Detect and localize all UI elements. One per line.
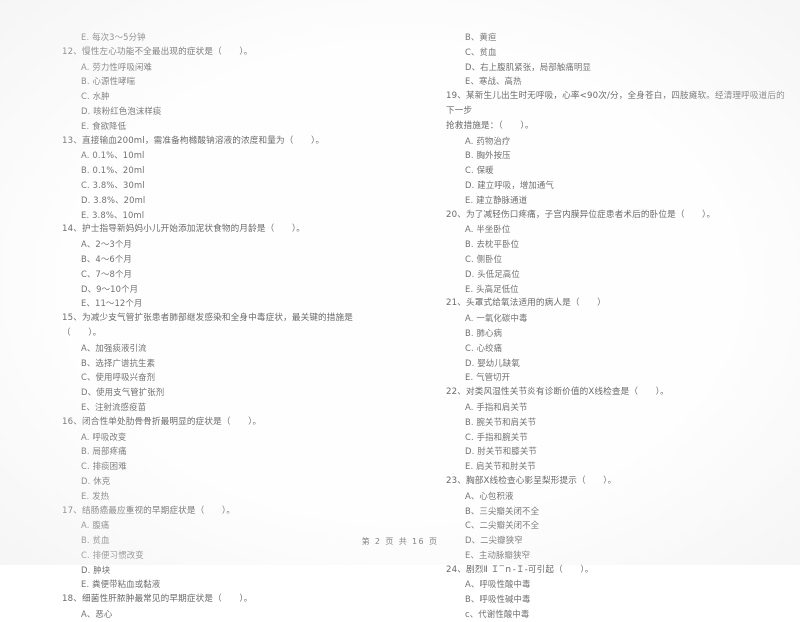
option-e[interactable]: E、11～12个月 xyxy=(62,296,392,311)
option-a[interactable]: A、呼吸性酸中毒 xyxy=(446,577,792,592)
option-a[interactable]: A. 腹痛 xyxy=(62,518,392,533)
option-b[interactable]: B. 局部疼痛 xyxy=(62,444,392,459)
option-b[interactable]: B. 去枕平卧位 xyxy=(446,237,792,252)
option-a[interactable]: A、加强痰液引流 xyxy=(62,341,392,356)
question-stem: 13、直接输血200ml，需准备枸橼酸钠溶液的浓度和量为（ ）。 xyxy=(62,135,325,146)
option-a[interactable]: A、2～3个月 xyxy=(62,237,392,252)
question-stem: 23、胸部X线检查心影呈梨形提示（ ）。 xyxy=(446,475,617,486)
option-d[interactable]: D. 肘关节和膝关节 xyxy=(446,444,792,459)
option-a[interactable]: A、心包积液 xyxy=(446,489,792,504)
orphan-option-b[interactable]: B、黄疸 xyxy=(446,30,792,45)
option-d[interactable]: D. 建立呼吸，增加通气 xyxy=(446,178,792,193)
question-stem: 21、头罩式给氧法适用的病人是（ ） xyxy=(446,298,606,309)
option-d[interactable]: D. 婴幼儿缺氧 xyxy=(446,356,792,371)
option-d[interactable]: D. 咳粉红色泡沫样痰 xyxy=(62,104,392,119)
option-b[interactable]: B、呼吸性碱中毒 xyxy=(446,592,792,607)
orphan-option-e[interactable]: E、寒战、高热 xyxy=(446,74,792,89)
option-c[interactable]: C. 3.8%、30ml xyxy=(62,178,392,193)
question-stem: 18、细菌性肝脓肿最常见的早期症状是（ ）。 xyxy=(62,594,253,605)
option-d[interactable]: D. 休克 xyxy=(62,474,392,489)
left-column: E. 每次3～5分钟 12、慢性左心功能不全最出现的症状是（ ）。 A. 劳力性… xyxy=(0,30,400,622)
option-e[interactable]: E. 肩关节和肘关节 xyxy=(446,459,792,474)
option-c[interactable]: C、使用呼吸兴奋剂 xyxy=(62,370,392,385)
option-b[interactable]: B. 肺心病 xyxy=(446,326,792,341)
option-d[interactable]: D、使用支气管扩张剂 xyxy=(62,385,392,400)
question-23: 23、胸部X线检查心影呈梨形提示（ ）。 A、心包积液 B、三尖瓣关闭不全 C、… xyxy=(446,474,792,563)
question-stem: 19、某新生儿出生时无呼吸，心率<90次/分，全身苍白，四肢瘫软。经清理呼吸道后… xyxy=(446,91,785,116)
question-21: 21、头罩式给氧法适用的病人是（ ） A. 一氧化碳中毒 B. 肺心病 C. 心… xyxy=(446,296,792,385)
question-22: 22、对类风湿性关节炎有诊断价值的X线检查是（ ）。 A. 手指和肩关节 B. … xyxy=(446,385,792,474)
option-a[interactable]: A. 药物治疗 xyxy=(446,134,792,149)
question-13: 13、直接输血200ml，需准备枸橼酸钠溶液的浓度和量为（ ）。 A. 0.1%… xyxy=(62,134,392,223)
option-e[interactable]: E. 食欲降低 xyxy=(62,119,392,134)
option-c[interactable]: c、代谢性酸中毒 xyxy=(446,607,792,622)
option-e[interactable]: E. 3.8%、10ml xyxy=(62,208,392,223)
question-stem: 15、为减少支气管扩张患者肺部继发感染和全身中毒症状，最关键的措施是（ ）。 xyxy=(62,313,354,338)
option-a[interactable]: A. 呼吸改变 xyxy=(62,430,392,445)
option-c[interactable]: C. 手指和腕关节 xyxy=(446,430,792,445)
option-e[interactable]: E. 气管切开 xyxy=(446,370,792,385)
question-stem: 12、慢性左心功能不全最出现的症状是（ ）。 xyxy=(62,46,253,57)
question-stem: 17、结肠癌最应重视的早期症状是（ ）。 xyxy=(62,505,236,516)
option-e[interactable]: E. 发热 xyxy=(62,489,392,504)
question-20: 20、为了减轻伤口疼痛，子宫内膜异位症患者术后的卧位是（ ）。 A. 半坐卧位 … xyxy=(446,208,792,297)
option-c[interactable]: C、7～8个月 xyxy=(62,267,392,282)
option-d[interactable]: D. 头低足高位 xyxy=(446,267,792,282)
option-c[interactable]: C. 保暖 xyxy=(446,163,792,178)
option-a[interactable]: A. 0.1%、10ml xyxy=(62,148,392,163)
question-17: 17、结肠癌最应重视的早期症状是（ ）。 A. 腹痛 B. 贫血 C. 排便习惯… xyxy=(62,504,392,593)
right-column: B、黄疸 C、贫血 D、右上腹肌紧张，局部触痛明显 E、寒战、高热 19、某新生… xyxy=(400,30,800,622)
option-c[interactable]: C. 排痰困难 xyxy=(62,459,392,474)
option-b[interactable]: B、选择广谱抗生素 xyxy=(62,356,392,371)
option-e[interactable]: E. 头高足低位 xyxy=(446,282,792,297)
question-14: 14、护士指导新妈妈小儿开始添加泥状食物的月龄是（ ）。 A、2～3个月 B、4… xyxy=(62,222,392,311)
scanned-page: E. 每次3～5分钟 12、慢性左心功能不全最出现的症状是（ ）。 A. 劳力性… xyxy=(0,0,800,619)
option-b[interactable]: B. 0.1%、20ml xyxy=(62,163,392,178)
question-19: 19、某新生儿出生时无呼吸，心率<90次/分，全身苍白，四肢瘫软。经清理呼吸道后… xyxy=(446,89,792,207)
question-stem-line2: 抢救措施是：（ ）。 xyxy=(446,120,534,131)
option-b[interactable]: B. 心源性哮喘 xyxy=(62,74,392,89)
option-e[interactable]: E. 粪便带粘血或黏液 xyxy=(62,577,392,592)
option-c[interactable]: C. 水肿 xyxy=(62,89,392,104)
option-c[interactable]: C. 心绞痛 xyxy=(446,341,792,356)
option-b[interactable]: B. 胸外按压 xyxy=(446,148,792,163)
question-stem: 20、为了减轻伤口疼痛，子宫内膜异位症患者术后的卧位是（ ）。 xyxy=(446,209,716,220)
option-b[interactable]: B. 腕关节和肩关节 xyxy=(446,415,792,430)
option-a[interactable]: A. 手指和肩关节 xyxy=(446,400,792,415)
option-a[interactable]: A. 半坐卧位 xyxy=(446,222,792,237)
question-24: 24、剧烈Ⅱ Ｉ‾ｎ-Ｉ-可引起（ ）。 A、呼吸性酸中毒 B、呼吸性碱中毒 c… xyxy=(446,563,792,622)
option-e[interactable]: E、主动脉瓣狭窄 xyxy=(446,548,792,563)
option-c[interactable]: C. 排便习惯改变 xyxy=(62,548,392,563)
option-a[interactable]: A. 一氧化碳中毒 xyxy=(446,311,792,326)
option-b[interactable]: B、4～6个月 xyxy=(62,252,392,267)
orphan-option-d[interactable]: D、右上腹肌紧张，局部触痛明显 xyxy=(446,60,792,75)
option-e[interactable]: E、注射流感疫苗 xyxy=(62,400,392,415)
question-18: 18、细菌性肝脓肿最常见的早期症状是（ ）。 A、恶心 xyxy=(62,592,392,622)
question-stem: 16、闭合性单处肋骨骨折最明显的症状是（ ）。 xyxy=(62,416,262,427)
option-d[interactable]: D、9～10个月 xyxy=(62,282,392,297)
two-column-body: E. 每次3～5分钟 12、慢性左心功能不全最出现的症状是（ ）。 A. 劳力性… xyxy=(0,30,800,622)
option-b[interactable]: B、三尖瓣关闭不全 xyxy=(446,504,792,519)
question-stem: 22、对类风湿性关节炎有诊断价值的X线检查是（ ）。 xyxy=(446,387,669,398)
option-a[interactable]: A. 劳力性呼吸闲难 xyxy=(62,60,392,75)
orphan-option: E. 每次3～5分钟 xyxy=(81,32,146,42)
question-15: 15、为减少支气管扩张患者肺部继发感染和全身中毒症状，最关键的措施是（ ）。 A… xyxy=(62,311,392,415)
page-footer: 第 2 页 共 16 页 xyxy=(361,537,439,546)
question-16: 16、闭合性单处肋骨骨折最明显的症状是（ ）。 A. 呼吸改变 B. 局部疼痛 … xyxy=(62,415,392,504)
option-c[interactable]: C. 侧卧位 xyxy=(446,252,792,267)
orphan-option-c[interactable]: C、贫血 xyxy=(446,45,792,60)
option-c[interactable]: C、二尖瓣关闭不全 xyxy=(446,518,792,533)
question-stem: 14、护士指导新妈妈小儿开始添加泥状食物的月龄是（ ）。 xyxy=(62,224,306,235)
option-d[interactable]: D. 3.8%、20ml xyxy=(62,193,392,208)
question-12: 12、慢性左心功能不全最出现的症状是（ ）。 A. 劳力性呼吸闲难 B. 心源性… xyxy=(62,45,392,134)
option-a[interactable]: A、恶心 xyxy=(62,607,392,622)
option-e[interactable]: E. 建立静脉通道 xyxy=(446,193,792,208)
